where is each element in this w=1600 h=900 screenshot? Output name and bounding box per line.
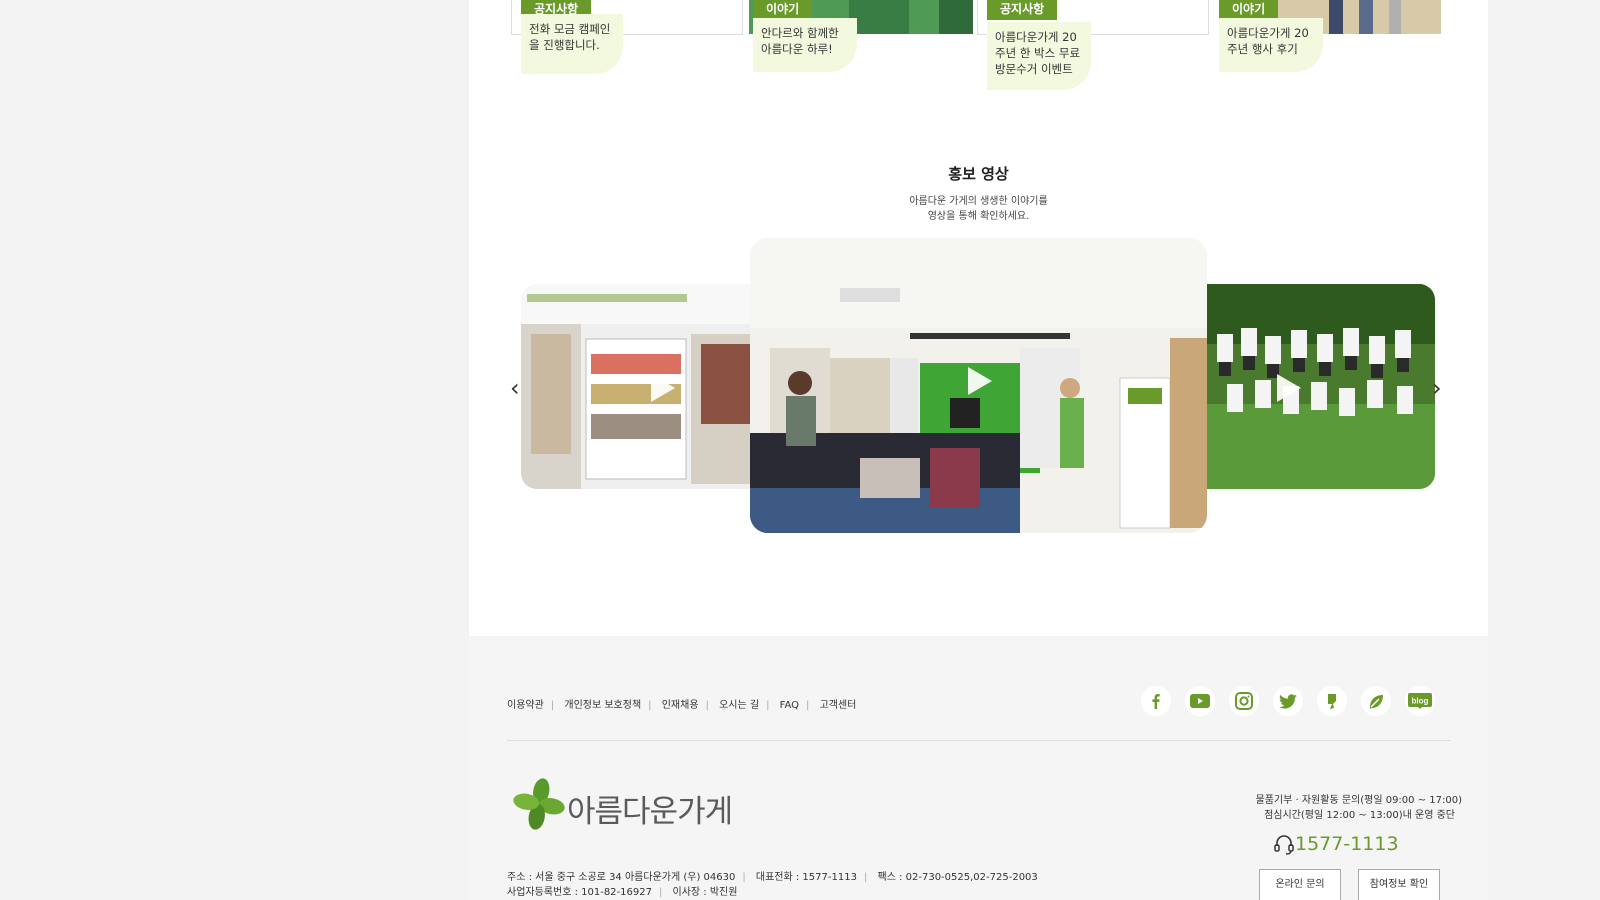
cs-phone-number[interactable]: 1577-1113 [1295,833,1399,855]
video-thumb-right-image [1207,284,1435,489]
footer-divider [507,740,1451,741]
footer-link-cs[interactable]: 고객센터 [820,696,857,711]
instagram-icon[interactable] [1229,686,1259,716]
ceo: 이사장 : 박진원 [672,887,738,898]
news-text-4[interactable]: 아름다운가게 20 주년 행사 후기 [1219,18,1323,72]
chevron-right-icon[interactable]: › [1432,376,1442,400]
biz-number: 사업자등록번호 : 101-82-16927 [507,887,652,898]
main-page: 공지사항 전화 모금 캠페인 을 진행합니다. 이야기 안다르와 함께한 아름다… [469,0,1488,900]
footer-link-directions[interactable]: 오시는 길 [719,696,759,711]
participation-info-button[interactable]: 참여정보 확인 [1358,869,1440,900]
headset-icon [1274,835,1294,855]
news-text-2[interactable]: 안다르와 함께한 아름다운 하루! [753,18,857,72]
news-text-3[interactable]: 아름다운가게 20 주년 한 박스 무료 방문수거 이벤트 [987,22,1091,90]
chevron-left-icon[interactable]: ‹ [510,376,520,400]
divider: | [806,700,810,711]
play-icon[interactable] [651,374,675,402]
news-tag-4: 이야기 [1219,0,1279,20]
promo-title: 홍보 영상 [948,165,1009,183]
footer-link-privacy[interactable]: 개인정보 보호정책 [564,696,641,711]
play-icon[interactable] [968,367,992,395]
play-icon[interactable] [1277,374,1301,402]
divider: | [766,700,770,711]
blog-icon[interactable]: blog [1405,686,1435,716]
video-thumb-right[interactable] [1207,284,1435,489]
video-thumb-left-image [521,284,761,489]
fax: 팩스 : 02-730-0525,02-725-2003 [877,872,1038,883]
online-inquiry-button[interactable]: 온라인 문의 [1259,869,1341,900]
news-text-1[interactable]: 전화 모금 캠페인 을 진행합니다. [521,14,623,74]
promo-subtitle: 아름다운 가게의 생생한 이야기를 영상을 통해 확인하세요. [909,196,1048,222]
tel: 대표전화 : 1577-1113 [755,872,857,883]
kakao-story-icon[interactable] [1317,686,1347,716]
footer-link-terms[interactable]: 이용약관 [507,696,544,711]
video-thumb-left[interactable] [521,284,761,489]
footer-link-faq[interactable]: FAQ [780,700,799,711]
footer-address-line2: 사업자등록번호 : 101-82-16927 | 이사장 : 박진원 [507,887,738,898]
address: 주소 : 서울 중구 소공로 34 아름다운가게 (우) 04630 [507,872,736,883]
twitter-icon[interactable] [1273,686,1303,716]
footer-links: 이용약관 | 개인정보 보호정책 | 인재채용 | 오시는 길 | FAQ | 고객센터 [507,696,856,711]
footer-link-recruit[interactable]: 인재채용 [662,696,699,711]
news-tag-2: 이야기 [753,0,813,20]
news-tag-3: 공지사항 [987,0,1058,20]
cs-hours: 물품기부 · 자원활동 문의(평일 09:00 ~ 17:00) 점심시간(평일… [1255,795,1462,821]
svg-text:blog: blog [1412,697,1429,706]
clover-logo-icon [513,778,565,830]
divider: | [648,700,652,711]
logo-text: 아름다운가게 [567,794,733,830]
video-main[interactable] [750,238,1207,533]
divider: | [705,700,709,711]
leaf-icon[interactable] [1361,686,1391,716]
facebook-icon[interactable] [1141,686,1171,716]
youtube-icon[interactable] [1185,686,1215,716]
divider: | [550,700,555,711]
footer: 이용약관 | 개인정보 보호정책 | 인재채용 | 오시는 길 | FAQ | 고객센터 … [469,636,1488,900]
footer-address-line1: 주소 : 서울 중구 소공로 34 아름다운가게 (우) 04630 | 대표전화… [507,872,1038,883]
